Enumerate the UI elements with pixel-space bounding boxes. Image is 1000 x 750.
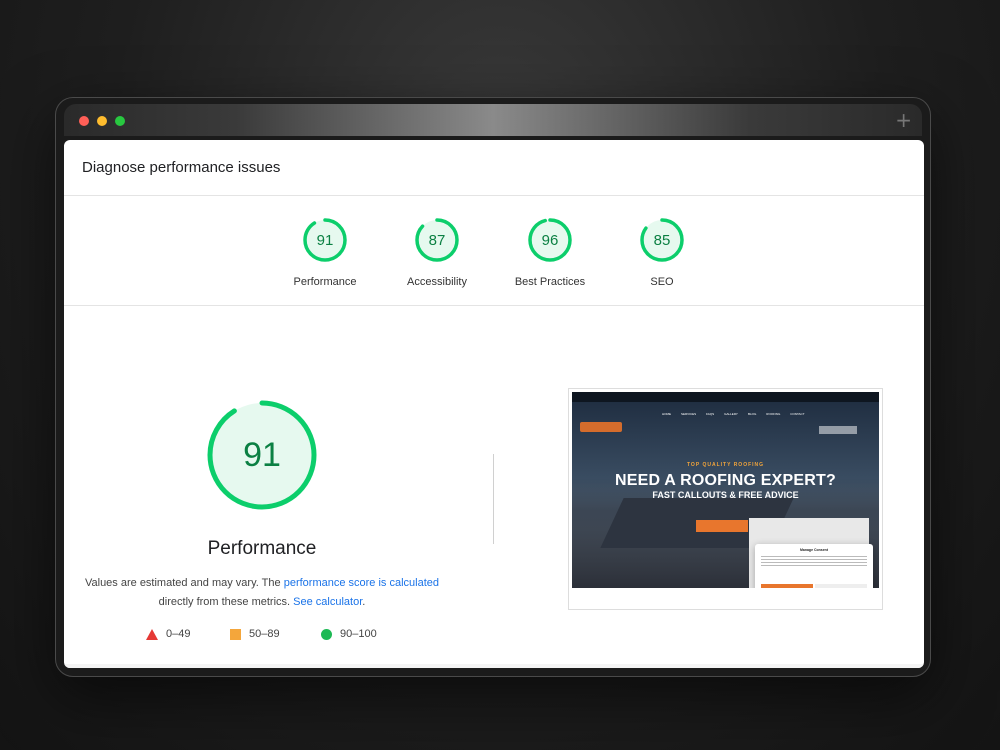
score-legend: 0–49 50–89 90–100	[64, 628, 464, 646]
preview-nav: HOME SERVICES FAQS GALLERY BLOG ROOFING …	[662, 412, 805, 416]
performance-heading: Performance	[207, 538, 317, 559]
legend-pass: 90–100	[321, 628, 377, 640]
performance-score: 91	[316, 231, 334, 249]
performance-section: 91 Performance Values are estimated and …	[64, 306, 924, 668]
preview-headline: NEED A ROOFING EXPERT?	[614, 472, 836, 489]
minimize-window-button[interactable]	[97, 116, 107, 126]
best-practices-label: Best Practices	[514, 276, 586, 288]
triangle-icon	[146, 628, 158, 640]
accessibility-score: 87	[428, 231, 446, 249]
consent-deny	[815, 584, 867, 588]
page-screenshot[interactable]: HOME SERVICES FAQS GALLERY BLOG ROOFING …	[568, 388, 883, 610]
title-bar: +	[64, 104, 922, 136]
browser-window: + Diagnose performance issues 91 Perform…	[55, 97, 931, 677]
seo-label: SEO	[650, 276, 674, 288]
preview-cta-button	[696, 520, 748, 532]
legend-range: 50–89	[249, 628, 280, 640]
website-preview: HOME SERVICES FAQS GALLERY BLOG ROOFING …	[572, 392, 879, 588]
preview-topbar	[572, 392, 879, 402]
performance-description: Values are estimated and may vary. The p…	[74, 574, 450, 612]
consent-text	[761, 556, 867, 568]
legend-fail: 0–49	[146, 628, 190, 640]
preview-nav-item: BLOG	[747, 412, 757, 416]
page-title: Diagnose performance issues	[82, 159, 281, 176]
preview-subheadline: FAST CALLOUTS & FREE ADVICE	[652, 490, 799, 500]
performance-big-gauge: 91	[206, 399, 318, 511]
seo-score: 85	[653, 231, 671, 249]
preview-consent-dialog: Manage Consent	[755, 544, 873, 588]
seo-gauge: 85	[638, 216, 686, 264]
close-window-button[interactable]	[79, 116, 89, 126]
new-tab-icon[interactable]: +	[895, 108, 912, 132]
maximize-window-button[interactable]	[115, 116, 125, 126]
preview-nav-item: SERVICES	[681, 412, 697, 416]
preview-kicker: TOP QUALITY ROOFING	[686, 462, 765, 468]
section-divider	[493, 454, 494, 544]
category-scores: 91 Performance 87 Accessibility 96 Best …	[64, 196, 924, 306]
accessibility-label: Accessibility	[407, 276, 467, 288]
consent-title: Manage Consent	[799, 548, 828, 552]
performance-label: Performance	[293, 276, 357, 288]
score-performance[interactable]: 91 Performance	[270, 216, 380, 288]
accessibility-gauge: 87	[413, 216, 461, 264]
preview-nav-item: CONTACT	[790, 412, 805, 416]
legend-range: 90–100	[340, 628, 377, 640]
desc-text: directly from these metrics.	[158, 596, 294, 608]
score-best-practices[interactable]: 96 Best Practices	[495, 216, 605, 288]
desc-text: Values are estimated and may vary. The	[84, 577, 284, 589]
preview-nav-item: FAQS	[706, 412, 715, 416]
best-practices-score: 96	[541, 231, 559, 249]
legend-range: 0–49	[166, 628, 191, 640]
report-header: Diagnose performance issues	[64, 140, 924, 196]
performance-gauge: 91	[301, 216, 349, 264]
next-section-peek	[64, 664, 924, 668]
preview-nav-item: ROOFING	[766, 412, 781, 416]
preview-phone	[819, 426, 857, 434]
lighthouse-report: Diagnose performance issues 91 Performan…	[64, 140, 924, 668]
square-icon	[230, 628, 241, 640]
performance-big-score: 91	[243, 435, 281, 474]
performance-score-link[interactable]: performance score is calculated	[284, 577, 439, 589]
score-seo[interactable]: 85 SEO	[607, 216, 717, 288]
circle-icon	[321, 628, 332, 640]
consent-accept	[761, 584, 813, 588]
desc-text: .	[362, 596, 366, 608]
legend-average: 50–89	[230, 628, 280, 640]
preview-nav-item: HOME	[662, 412, 671, 416]
best-practices-gauge: 96	[526, 216, 574, 264]
score-accessibility[interactable]: 87 Accessibility	[382, 216, 492, 288]
see-calculator-link[interactable]: See calculator	[293, 596, 362, 608]
preview-logo	[580, 422, 622, 432]
preview-nav-item: GALLERY	[724, 412, 738, 416]
